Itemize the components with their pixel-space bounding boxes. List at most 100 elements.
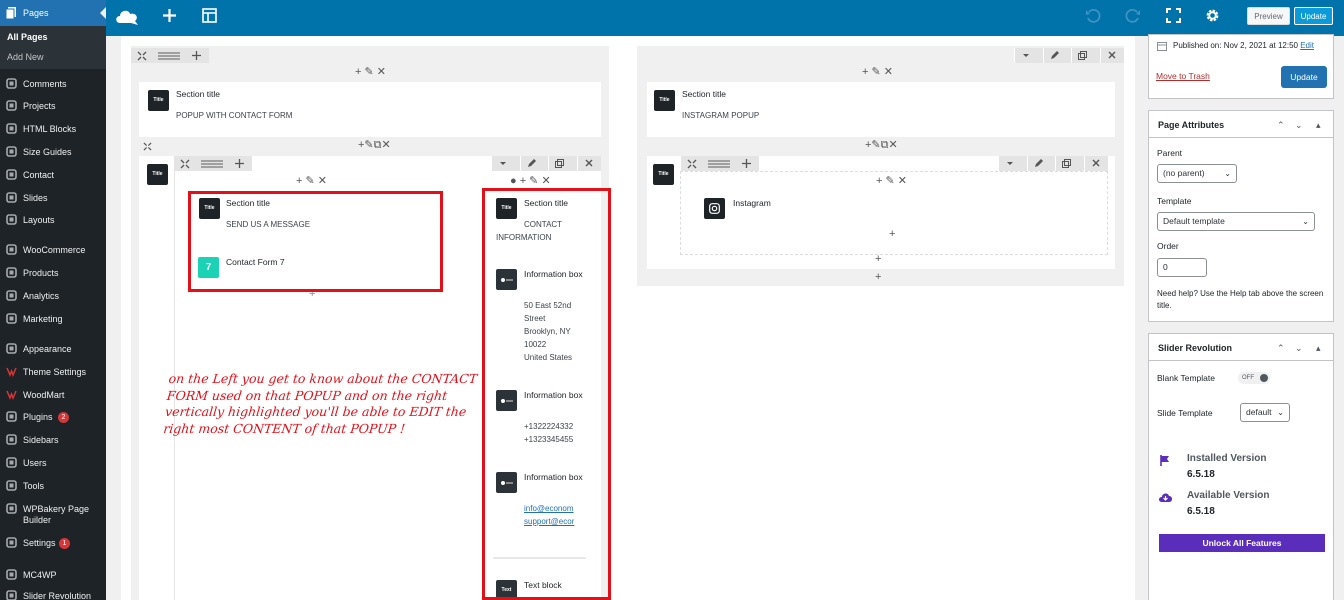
sidebar-item-projects[interactable]: Projects — [0, 96, 106, 116]
inner-row-controls[interactable]: +✎⧉✕ — [358, 140, 391, 151]
edit-date-link[interactable]: Edit — [1300, 41, 1314, 50]
layout-icon[interactable] — [158, 52, 180, 60]
layout-icon[interactable] — [708, 160, 730, 168]
inner-controls-right — [998, 156, 1108, 171]
sidebar-item-products[interactable]: Products — [0, 263, 106, 283]
sidebar-item-theme-settings[interactable]: Theme Settings — [0, 362, 106, 382]
add-column-icon[interactable] — [191, 50, 202, 61]
settings-gear-icon[interactable] — [1205, 8, 1220, 23]
preview-button[interactable]: Preview — [1247, 7, 1290, 25]
wpbakery-logo-icon[interactable] — [114, 7, 140, 27]
sidebar-item-users[interactable]: Users — [0, 453, 106, 473]
sidebar-item-layouts[interactable]: Layouts — [0, 210, 106, 230]
drag-move-icon[interactable] — [180, 159, 190, 169]
add-element-plus[interactable]: + — [875, 254, 881, 265]
row-dropdown-button[interactable] — [491, 156, 513, 171]
column-controls-left[interactable]: + ✎ ✕ — [355, 67, 386, 78]
slide-template-select[interactable]: default ⌄ — [1240, 403, 1290, 422]
row-delete-button[interactable] — [577, 156, 599, 171]
sidebar-item-slides[interactable]: Slides — [0, 188, 106, 208]
update-button-top[interactable]: Update — [1294, 7, 1333, 25]
layout-icon[interactable] — [201, 160, 223, 168]
available-version-label: Available Version — [1187, 490, 1270, 501]
sidebar-item-sidebars[interactable]: Sidebars — [0, 430, 106, 450]
redo-icon[interactable] — [1125, 8, 1141, 24]
sidebar-item-tools[interactable]: Tools — [0, 476, 106, 496]
section-title-card-right[interactable]: Title Section title INSTAGRAM POPUP — [647, 82, 1115, 137]
users-icon — [6, 457, 17, 468]
section-title-card-left[interactable]: Title Section title POPUP WITH CONTACT F… — [139, 82, 601, 137]
sidebar-item-contact[interactable]: Contact — [0, 165, 106, 185]
sidebar-item-slider-revolution[interactable]: Slider Revolution — [0, 586, 106, 600]
instagram-label[interactable]: Instagram — [733, 198, 771, 208]
order-input[interactable]: 0 — [1157, 258, 1207, 277]
sidebar-item-settings[interactable]: Settings 1 — [0, 533, 106, 553]
contact-icon — [6, 169, 17, 180]
drag-move-icon[interactable] — [687, 159, 697, 169]
woocommerce-icon — [6, 244, 17, 255]
row-edit-button[interactable] — [1027, 156, 1049, 171]
section-title-icon: Title — [654, 90, 675, 111]
sidebar-item-wpbakery-page-builder[interactable]: WPBakery Page Builder — [0, 499, 106, 525]
templates-icon[interactable] — [202, 8, 217, 23]
move-up-icon[interactable]: ⌃ — [1277, 120, 1285, 131]
update-button[interactable]: Update — [1281, 66, 1327, 88]
inner-column-controls[interactable]: + ✎ ✕ — [876, 176, 907, 187]
inner-column-controls-right[interactable]: ● + ✎ ✕ — [510, 176, 551, 187]
sidebar-item-comments[interactable]: Comments — [0, 74, 106, 94]
row-dropdown-button[interactable] — [998, 156, 1020, 171]
add-element-plus[interactable]: + — [889, 229, 895, 240]
analytics-icon — [6, 290, 17, 301]
sidebar-item-woocommerce[interactable]: WooCommerce — [0, 240, 106, 260]
collapse-icon[interactable]: ▴ — [1316, 343, 1321, 354]
tools-icon — [6, 480, 17, 491]
move-down-icon[interactable]: ⌄ — [1295, 120, 1303, 131]
collapse-icon[interactable]: ▴ — [1316, 120, 1321, 131]
fullscreen-icon[interactable] — [1166, 8, 1181, 23]
submenu-add-new[interactable]: Add New — [7, 52, 44, 62]
inner-row-controls[interactable]: +✎⧉✕ — [865, 140, 898, 151]
parent-select[interactable]: (no parent) ⌄ — [1157, 164, 1237, 183]
row-edit-button[interactable] — [520, 156, 542, 171]
submenu-all-pages[interactable]: All Pages — [7, 32, 48, 42]
move-down-icon[interactable]: ⌄ — [1295, 343, 1303, 354]
sidebar-item-label: Layouts — [23, 215, 55, 225]
slides-icon — [6, 192, 17, 203]
row-edit-button[interactable] — [1043, 48, 1065, 63]
column-controls-right[interactable]: + ✎ ✕ — [862, 67, 893, 78]
add-element-icon[interactable] — [162, 8, 177, 23]
sidebar-item-marketing[interactable]: Marketing — [0, 309, 106, 329]
sidebar-item-mc4wp[interactable]: MC4WP — [0, 565, 106, 585]
clone-icon — [1078, 51, 1087, 60]
row-clone-button[interactable] — [1055, 156, 1077, 171]
document-settings-panel: Published on: Nov 2, 2021 at 12:50 Edit … — [1135, 34, 1344, 600]
sidebar-item-analytics[interactable]: Analytics — [0, 286, 106, 306]
unlock-all-features-button[interactable]: Unlock All Features — [1159, 534, 1325, 552]
template-select[interactable]: Default template ⌄ — [1157, 212, 1315, 231]
move-to-trash-link[interactable]: Move to Trash — [1156, 71, 1210, 81]
blank-template-toggle[interactable]: OFF — [1238, 372, 1270, 384]
inner-column-controls-left[interactable]: + ✎ ✕ — [296, 176, 327, 187]
row-clone-button[interactable] — [548, 156, 570, 171]
add-column-icon[interactable] — [234, 158, 245, 169]
undo-icon[interactable] — [1085, 8, 1101, 24]
add-row-plus[interactable]: + — [875, 272, 881, 283]
add-column-icon[interactable] — [741, 158, 752, 169]
row-dropdown-button[interactable] — [1014, 48, 1036, 63]
sidebar-item-size-guides[interactable]: Size Guides — [0, 142, 106, 162]
drag-move-icon[interactable] — [143, 142, 152, 151]
sidebar-item-woodmart[interactable]: WoodMart — [0, 385, 106, 405]
row-delete-button[interactable] — [1100, 48, 1122, 63]
size-guides-icon — [6, 146, 17, 157]
row-delete-button[interactable] — [1084, 156, 1106, 171]
sidebar-item-appearance[interactable]: Appearance — [0, 339, 106, 359]
sidebar-item-plugins[interactable]: Plugins 2 — [0, 407, 106, 427]
close-icon — [585, 159, 592, 167]
sidebar-item-pages[interactable]: Pages — [0, 0, 106, 26]
sidebar-item-label: Products — [23, 268, 59, 278]
row-clone-button[interactable] — [1071, 48, 1093, 63]
move-up-icon[interactable]: ⌃ — [1277, 343, 1285, 354]
drag-move-icon[interactable] — [137, 51, 147, 61]
sidebar-item-html-blocks[interactable]: HTML Blocks — [0, 119, 106, 139]
sidebar-item-label: Slides — [23, 193, 48, 203]
